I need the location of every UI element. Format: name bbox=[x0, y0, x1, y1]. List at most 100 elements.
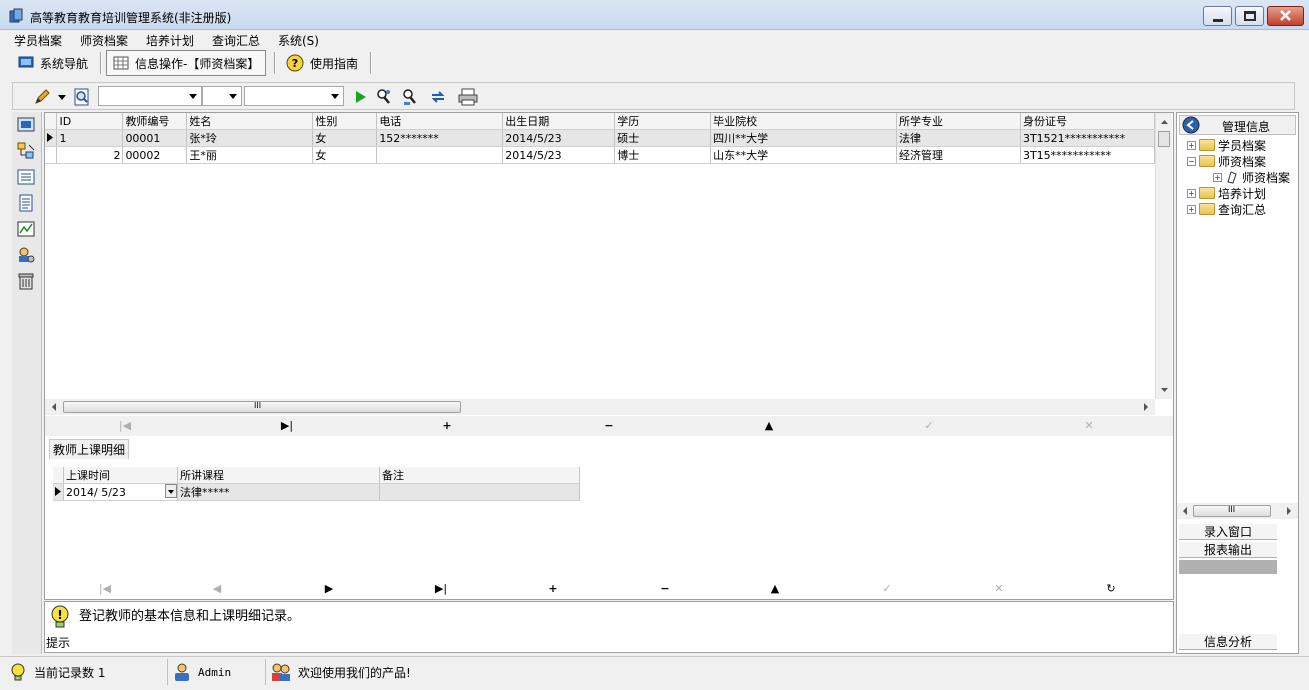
column-header[interactable]: 教师编号 bbox=[122, 113, 188, 130]
menu-query-summary[interactable]: 查询汇总 bbox=[212, 32, 260, 49]
column-header[interactable]: 性别 bbox=[312, 113, 378, 130]
table-row[interactable]: 2 00002 王*丽 女 2014/5/23 博士 山东**大学 经济管理 3… bbox=[45, 146, 1155, 164]
monitor-icon[interactable] bbox=[17, 116, 35, 134]
cell-course[interactable]: 法律***** bbox=[177, 483, 380, 501]
scroll-thumb[interactable]: III bbox=[63, 401, 461, 413]
cell-idcard[interactable]: 3T15*********** bbox=[1020, 146, 1155, 164]
cell-note[interactable] bbox=[379, 483, 580, 501]
cell-phone[interactable]: 152******* bbox=[376, 129, 504, 147]
expand-icon[interactable]: + bbox=[1187, 140, 1196, 150]
table-vertical-scrollbar[interactable] bbox=[1155, 113, 1172, 399]
column-header[interactable]: 电话 bbox=[376, 113, 504, 130]
close-button[interactable] bbox=[1267, 6, 1304, 26]
document-icon[interactable] bbox=[17, 194, 35, 212]
user-settings-icon[interactable] bbox=[17, 246, 35, 264]
nav-next-icon[interactable]: ▶ bbox=[321, 582, 337, 596]
date-dropdown-button[interactable] bbox=[165, 484, 177, 498]
scroll-right-icon[interactable] bbox=[1139, 399, 1153, 415]
cell-education[interactable]: 博士 bbox=[614, 146, 712, 164]
cell-school[interactable]: 四川**大学 bbox=[710, 129, 898, 147]
scroll-left-icon[interactable] bbox=[1179, 503, 1191, 519]
menu-teacher-records[interactable]: 师资档案 bbox=[80, 32, 128, 49]
nav-add-icon[interactable]: + bbox=[545, 582, 561, 596]
chart-icon[interactable] bbox=[17, 220, 35, 238]
cell-school[interactable]: 山东**大学 bbox=[710, 146, 898, 164]
hierarchy-icon[interactable] bbox=[17, 142, 35, 160]
tab-info-operation[interactable]: 信息操作-【师资档案】 bbox=[106, 50, 267, 76]
cell-code[interactable]: 00002 bbox=[122, 146, 188, 164]
nav-add-icon[interactable]: + bbox=[439, 419, 455, 433]
tab-class-details[interactable]: 教师上课明细 bbox=[49, 439, 130, 459]
entry-window-button[interactable]: 录入窗口 bbox=[1179, 524, 1277, 540]
maximize-button[interactable] bbox=[1235, 6, 1264, 26]
scroll-down-icon[interactable] bbox=[1156, 385, 1173, 395]
minimize-button[interactable] bbox=[1203, 6, 1232, 26]
scroll-thumb[interactable]: III bbox=[1193, 505, 1271, 517]
nav-last-icon[interactable]: ▶| bbox=[433, 582, 449, 596]
cell-major[interactable]: 经济管理 bbox=[896, 146, 1021, 164]
tree-item-training-plan[interactable]: + 培养计划 bbox=[1187, 185, 1266, 201]
cell-idcard[interactable]: 3T1521*********** bbox=[1020, 129, 1155, 147]
column-header[interactable]: ID bbox=[56, 113, 124, 130]
cell-major[interactable]: 法律 bbox=[896, 129, 1021, 147]
report-output-button[interactable]: 报表输出 bbox=[1179, 542, 1277, 558]
column-header[interactable]: 上课时间 bbox=[63, 467, 178, 484]
expand-icon[interactable]: + bbox=[1187, 204, 1196, 214]
value-select[interactable] bbox=[244, 86, 344, 106]
tree-item-teacher-records[interactable]: − 师资档案 bbox=[1187, 153, 1266, 169]
nav-post-icon[interactable]: ✓ bbox=[921, 419, 937, 433]
cell-id[interactable]: 1 bbox=[56, 129, 124, 147]
collapse-node-icon[interactable]: − bbox=[1187, 156, 1196, 166]
scroll-thumb[interactable] bbox=[1158, 131, 1170, 147]
search-users-icon[interactable] bbox=[375, 88, 393, 106]
refresh-icon[interactable] bbox=[429, 88, 447, 106]
nav-refresh-icon[interactable]: ↻ bbox=[1103, 582, 1119, 596]
scroll-left-icon[interactable] bbox=[47, 399, 61, 415]
cell-birth[interactable]: 2014/5/23 bbox=[502, 129, 616, 147]
nav-post-icon[interactable]: ✓ bbox=[879, 582, 895, 596]
menu-training-plan[interactable]: 培养计划 bbox=[146, 32, 194, 49]
menu-system[interactable]: 系统(S) bbox=[278, 32, 319, 49]
field-select[interactable] bbox=[98, 86, 202, 106]
nav-first-icon[interactable]: |◀ bbox=[97, 582, 113, 596]
search-user-icon[interactable] bbox=[401, 88, 419, 106]
column-header[interactable]: 备注 bbox=[379, 467, 580, 484]
print-icon[interactable] bbox=[457, 88, 479, 106]
scroll-right-icon[interactable] bbox=[1283, 503, 1295, 519]
nav-delete-icon[interactable]: − bbox=[657, 582, 673, 596]
trash-icon[interactable] bbox=[17, 272, 35, 290]
nav-prior-icon[interactable]: ◀ bbox=[209, 582, 225, 596]
tree-item-student-records[interactable]: + 学员档案 bbox=[1187, 137, 1266, 153]
operator-select[interactable] bbox=[202, 86, 242, 106]
table-row[interactable]: 2014/ 5/23 法律***** bbox=[53, 483, 580, 501]
menu-student-records[interactable]: 学员档案 bbox=[14, 32, 62, 49]
nav-cancel-icon[interactable]: ✕ bbox=[1081, 419, 1097, 433]
expand-icon[interactable]: + bbox=[1187, 188, 1196, 198]
cell-gender[interactable]: 女 bbox=[312, 129, 378, 147]
tab-user-guide[interactable]: ? 使用指南 bbox=[280, 50, 364, 76]
table-horizontal-scrollbar[interactable]: III bbox=[45, 399, 1155, 415]
column-header[interactable]: 身份证号 bbox=[1020, 113, 1155, 130]
expand-icon[interactable]: + bbox=[1213, 172, 1222, 182]
cell-education[interactable]: 硕士 bbox=[614, 129, 712, 147]
nav-edit-icon[interactable]: ▲ bbox=[767, 582, 783, 596]
column-header[interactable]: 姓名 bbox=[186, 113, 314, 130]
cell-gender[interactable]: 女 bbox=[312, 146, 378, 164]
collapse-icon[interactable] bbox=[1182, 116, 1200, 134]
tree-horizontal-scrollbar[interactable]: III bbox=[1177, 503, 1298, 519]
scroll-up-icon[interactable] bbox=[1156, 117, 1173, 127]
info-analysis-button[interactable]: 信息分析 bbox=[1179, 634, 1277, 650]
tree-item-query-summary[interactable]: + 查询汇总 bbox=[1187, 201, 1266, 217]
play-icon[interactable] bbox=[351, 88, 369, 106]
nav-cancel-icon[interactable]: ✕ bbox=[991, 582, 1007, 596]
pencil-icon[interactable] bbox=[33, 88, 51, 106]
cell-date[interactable]: 2014/ 5/23 bbox=[63, 483, 178, 501]
cell-phone[interactable] bbox=[376, 146, 504, 164]
column-header[interactable]: 所学专业 bbox=[896, 113, 1021, 130]
nav-last-icon[interactable]: ▶| bbox=[279, 419, 295, 433]
nav-first-icon[interactable]: |◀ bbox=[117, 419, 133, 433]
column-header[interactable]: 学历 bbox=[614, 113, 712, 130]
column-header[interactable]: 毕业院校 bbox=[710, 113, 898, 130]
list-icon[interactable] bbox=[17, 168, 35, 186]
column-header[interactable]: 所讲课程 bbox=[177, 467, 380, 484]
